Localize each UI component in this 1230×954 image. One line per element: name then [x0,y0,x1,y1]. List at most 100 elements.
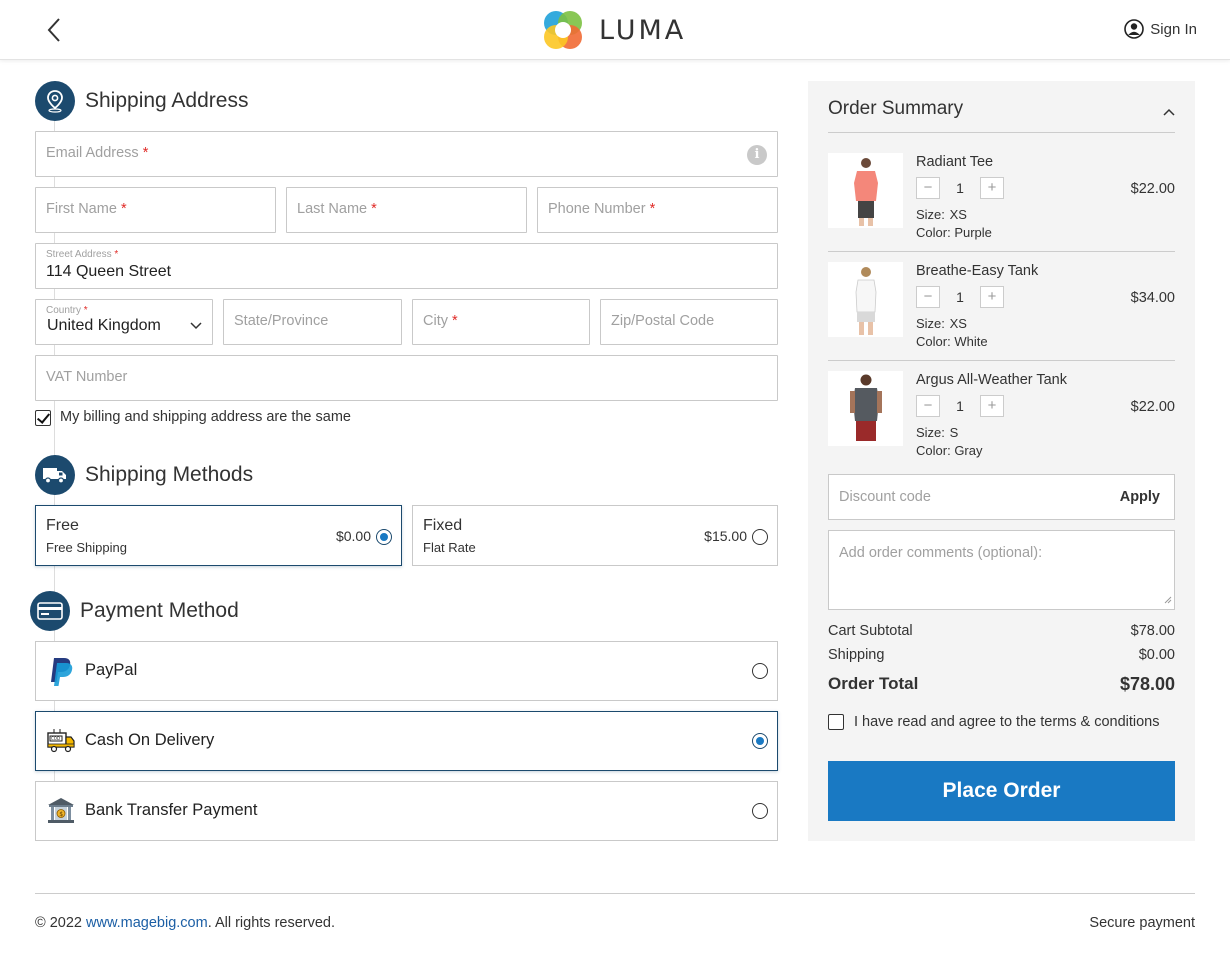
increase-qty-button[interactable]: + [980,177,1004,199]
state-placeholder: State/Province [234,313,329,329]
product-price: $34.00 [1130,290,1175,306]
magebig-link[interactable]: www.magebig.com [86,915,208,931]
quantity-stepper[interactable]: − 1 + [916,177,1004,199]
shipping-option-fixed[interactable]: Fixed Flat Rate $15.00 [412,505,778,566]
street-address-field[interactable]: Street Address * 114 Queen Street [35,243,778,289]
first-name-placeholder: First Name * [46,201,127,217]
luma-logo[interactable]: LUMA [541,8,686,52]
order-summary: Order Summary Radiant Tee − 1 + Size: XS… [808,81,1195,841]
info-icon[interactable]: i [747,145,767,165]
product-image[interactable] [828,262,903,337]
quantity-stepper[interactable]: − 1 + [916,286,1004,308]
zip-placeholder: Zip/Postal Code [611,313,715,329]
quantity-stepper[interactable]: − 1 + [916,395,1004,417]
product-price: $22.00 [1130,181,1175,197]
comments-placeholder: Add order comments (optional): [839,545,1043,561]
product-name: Argus All-Weather Tank [916,372,1067,388]
phone-placeholder: Phone Number * [548,201,656,217]
payment-option-radio[interactable] [752,733,768,749]
email-placeholder: Email Address * [46,145,149,161]
order-summary-title: Order Summary [828,98,964,119]
terms-checkbox[interactable] [828,714,844,730]
phone-field[interactable]: Phone Number * [537,187,778,233]
shipping-address-header: Shipping Address [35,81,248,121]
vat-field[interactable]: VAT Number [35,355,778,401]
payment-method-title: Payment Method [80,599,239,622]
quantity-value[interactable]: 1 [940,398,980,414]
city-placeholder: City * [423,313,458,329]
terms-label[interactable]: I have read and agree to the terms & con… [854,714,1160,730]
last-name-field[interactable]: Last Name * [286,187,527,233]
state-field[interactable]: State/Province [223,299,402,345]
shipping-option-free[interactable]: Free Free Shipping $0.00 [35,505,402,566]
chevron-down-icon [190,317,202,333]
order-comments-textarea[interactable]: Add order comments (optional): [828,530,1175,610]
quantity-value[interactable]: 1 [940,289,980,305]
subtotal-value: $78.00 [1130,623,1175,639]
place-order-button[interactable]: Place Order [828,761,1175,821]
payment-option-label: Cash On Delivery [85,731,215,749]
cod-truck-icon: COD [46,726,76,756]
truck-icon [35,455,75,495]
bank-icon: $ [46,796,76,826]
sign-in-link[interactable]: Sign In [1124,19,1197,39]
quantity-value[interactable]: 1 [940,180,980,196]
increase-qty-button[interactable]: + [980,395,1004,417]
shipping-option-price: $0.00 [335,528,371,544]
order-total-row: Order Total $78.00 [828,674,1175,695]
payment-option-cash-on-delivery[interactable]: COD Cash On Delivery [35,711,778,771]
country-select[interactable]: Country * United Kingdom [35,299,213,345]
first-name-field[interactable]: First Name * [35,187,276,233]
shipping-option-radio[interactable] [376,529,392,545]
city-field[interactable]: City * [412,299,590,345]
shipping-option-name: Free [46,517,79,534]
back-arrow-icon[interactable] [42,16,66,44]
payment-option-paypal[interactable]: PayPal [35,641,778,701]
email-field[interactable]: Email Address * i [35,131,778,177]
product-color: Color: Purple [916,225,992,240]
shipping-option-radio[interactable] [752,529,768,545]
vat-placeholder: VAT Number [46,369,128,385]
shipping-methods-header: Shipping Methods [35,455,253,495]
decrease-qty-button[interactable]: − [916,177,940,199]
shipping-label: Shipping [828,647,885,663]
increase-qty-button[interactable]: + [980,286,1004,308]
payment-option-bank-transfer[interactable]: $ Bank Transfer Payment [35,781,778,841]
divider [828,360,1175,361]
billing-same-checkbox[interactable] [35,410,51,426]
payment-option-label: Bank Transfer Payment [85,801,258,819]
street-address-value: 114 Queen Street [46,263,172,280]
secure-payment-label: Secure payment [1089,915,1195,931]
product-image[interactable] [828,153,903,228]
discount-code-field[interactable]: Discount code Apply [828,474,1175,520]
payment-option-radio[interactable] [752,663,768,679]
order-total-label: Order Total [828,674,919,693]
footer-divider [35,893,1195,894]
terms-row: I have read and agree to the terms & con… [828,714,1160,730]
decrease-qty-button[interactable]: − [916,395,940,417]
product-name: Radiant Tee [916,154,994,170]
shipping-value: $0.00 [1138,647,1175,663]
zip-field[interactable]: Zip/Postal Code [600,299,778,345]
product-size: Size: XS [916,316,967,331]
shipping-methods-title: Shipping Methods [85,463,254,486]
sign-in-label: Sign In [1150,20,1197,38]
billing-same-label: My billing and shipping address are the … [60,409,351,425]
subtotal-label: Cart Subtotal [828,623,913,639]
chevron-up-icon[interactable] [1163,103,1175,119]
product-size: Size: XS [916,207,967,222]
divider [828,132,1175,133]
product-name: Breathe-Easy Tank [916,263,1039,279]
order-total-value: $78.00 [1119,674,1175,694]
street-address-label: Street Address * [46,249,119,260]
product-image[interactable] [828,371,903,446]
payment-method-header: Payment Method [30,591,239,631]
location-pin-icon [35,81,75,121]
decrease-qty-button[interactable]: − [916,286,940,308]
header: LUMA Sign In [0,0,1230,60]
apply-discount-button[interactable]: Apply [1120,489,1160,505]
shipping-address-title: Shipping Address [85,89,249,112]
product-price: $22.00 [1130,399,1175,415]
payment-option-radio[interactable] [752,803,768,819]
resize-handle-icon[interactable] [1164,591,1172,607]
